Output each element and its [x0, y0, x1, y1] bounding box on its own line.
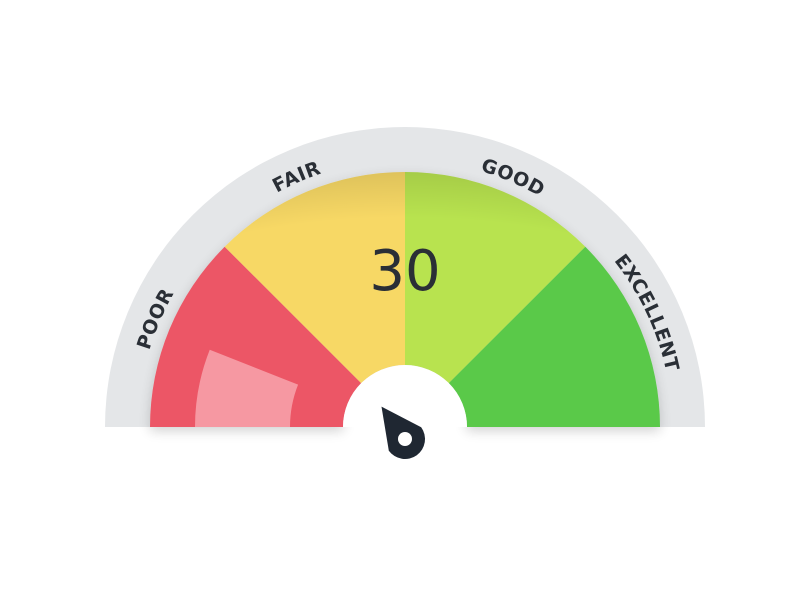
score-value: 30: [369, 239, 440, 304]
score-gauge: POOR FAIR GOOD EXCELLENT 30: [0, 0, 800, 600]
gauge-svg: POOR FAIR GOOD EXCELLENT 30: [105, 127, 705, 460]
